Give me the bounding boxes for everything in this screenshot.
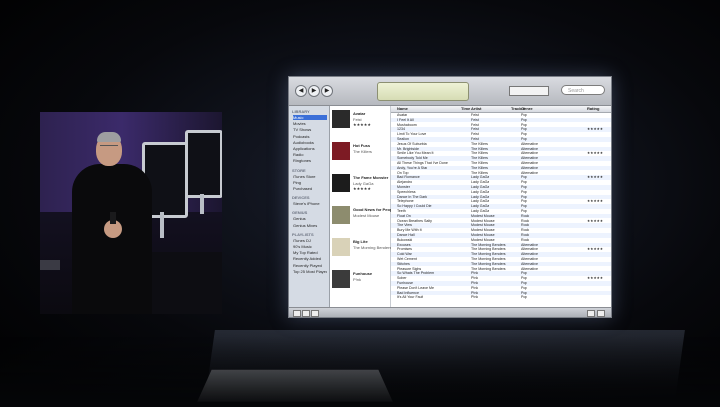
itunes-window: ◀ ▶ ▶ Search LIBRARY Music Movies TV Shows P… (288, 76, 612, 318)
album-cover[interactable] (332, 270, 350, 288)
album-rating: ★★★★★ (353, 122, 371, 127)
demo-monitor-back (185, 130, 222, 198)
play-button[interactable]: ▶ (308, 85, 320, 97)
shuffle-button[interactable] (302, 310, 310, 317)
sidebar-item[interactable]: Radio (293, 152, 327, 157)
sidebar-item[interactable]: Audiobooks (293, 140, 327, 145)
album-artist: The Morning Benders (353, 245, 392, 250)
song-list-header: Name Time Artist Track # Genre Rating (391, 106, 611, 113)
repeat-button[interactable] (311, 310, 319, 317)
sidebar-item[interactable]: My Top Rated (293, 250, 327, 255)
sidebar-item[interactable]: TV Shows (293, 127, 327, 132)
album-group[interactable]: Funhouse P!nk (332, 270, 388, 308)
column-header[interactable]: Genre (521, 106, 533, 112)
sidebar-item[interactable]: Purchased (293, 186, 327, 191)
song-row[interactable]: It's All Your Fault P!nk Pop (391, 295, 611, 300)
itunes-status-bar (289, 307, 611, 317)
eject-button[interactable] (597, 310, 605, 317)
column-header[interactable]: Artist (471, 106, 481, 112)
presenter-body (72, 164, 152, 314)
album-title: The Fame Monster (353, 175, 389, 180)
album-cover[interactable] (332, 206, 350, 224)
sidebar-item[interactable]: Recently Added (293, 256, 327, 261)
album-title: Hot Fuss (353, 143, 371, 148)
album-cover[interactable] (332, 142, 350, 160)
sidebar-item[interactable]: Podcasts (293, 134, 327, 139)
sidebar-item[interactable]: 90's Music (293, 244, 327, 249)
presenter-clicker (110, 212, 116, 224)
album-artist: The Killers (353, 149, 372, 154)
album-artist: P!nk (353, 277, 362, 282)
sidebar-group-header: STORE (292, 167, 306, 173)
song-cell: Pop (521, 295, 528, 300)
keynote-stage: ◀ ▶ ▶ Search LIBRARY Music Movies TV Shows P… (0, 0, 720, 407)
itunes-toolbar: ◀ ▶ ▶ Search (289, 77, 611, 106)
desk-edge (40, 260, 60, 270)
sidebar-item[interactable]: Ringtones (293, 158, 327, 163)
search-input[interactable]: Search (561, 85, 605, 95)
song-cell: P!nk (471, 295, 479, 300)
sidebar-item[interactable]: Genius Mixes (293, 223, 327, 228)
source-sidebar: LIBRARY Music Movies TV Shows Podcasts Audiob… (289, 106, 330, 307)
album-artwork-column: Avatar Feist ★★★★★ Hot Fuss The Killers The F… (330, 106, 399, 308)
sidebar-group-header: LIBRARY (292, 109, 310, 114)
view-mode-segmented-control[interactable] (509, 86, 549, 96)
monitor-stand-back (200, 194, 204, 214)
sidebar-item[interactable]: Recently Played (293, 263, 327, 268)
column-header[interactable]: Time (461, 106, 470, 112)
album-rating: ★★★★★ (353, 186, 371, 191)
album-cover[interactable] (332, 110, 350, 128)
sidebar-group-header: GENIUS (292, 210, 308, 216)
sidebar-item[interactable]: iTunes DJ (293, 238, 327, 243)
sidebar-group-header: DEVICES (292, 195, 310, 201)
album-title: Avatar (353, 111, 366, 116)
song-list: Name Time Artist Track # Genre Rating Avatar F… (391, 106, 611, 307)
previous-button[interactable]: ◀ (295, 85, 307, 97)
sidebar-item[interactable]: Steve's iPhone (293, 201, 327, 206)
song-cell: It's All Your Fault (397, 295, 424, 300)
sidebar-item[interactable]: iTunes Store (293, 174, 327, 179)
add-playlist-button[interactable] (293, 310, 301, 317)
stage-floor (0, 337, 720, 407)
album-title: Big Lite (353, 239, 368, 244)
presenter-glasses (100, 145, 118, 151)
presenter-hair (97, 132, 121, 142)
sidebar-item[interactable]: Top 25 Most Played (293, 269, 327, 274)
sidebar-item[interactable]: Genius (293, 216, 327, 221)
sidebar-item[interactable]: Movies (293, 121, 327, 126)
album-cover[interactable] (332, 238, 350, 256)
next-button[interactable]: ▶ (321, 85, 333, 97)
sidebar-group-header: PLAYLISTS (292, 231, 314, 237)
monitor-stand-front (160, 212, 164, 238)
now-playing-display (377, 82, 469, 101)
sidebar-item[interactable]: Music (293, 115, 327, 120)
album-artist: Modest Mouse (353, 213, 380, 218)
column-header[interactable]: Name (397, 106, 408, 112)
album-cover[interactable] (332, 174, 350, 192)
artwork-toggle-button[interactable] (587, 310, 595, 317)
album-title: Funhouse (353, 271, 373, 276)
sidebar-item[interactable]: Ping (293, 180, 327, 185)
column-header[interactable]: Rating (587, 106, 599, 112)
presenter-video-inset (40, 112, 222, 314)
sidebar-item[interactable]: Applications (293, 146, 327, 151)
